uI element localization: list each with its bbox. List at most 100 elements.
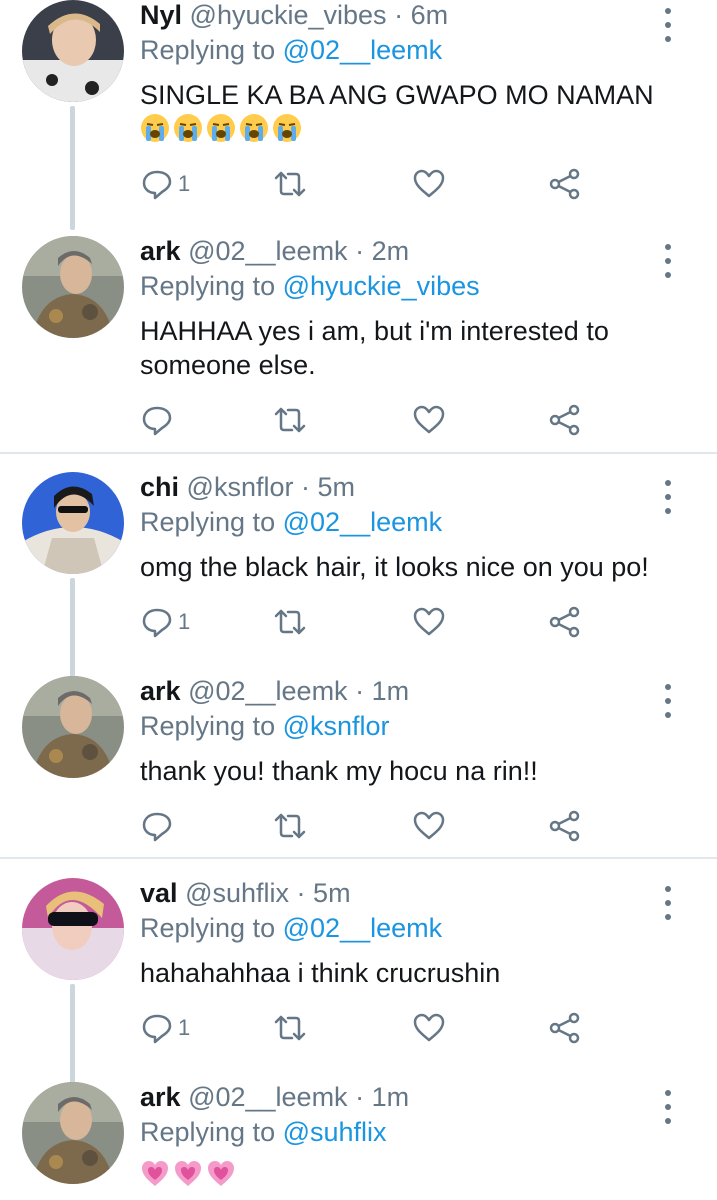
share-button[interactable] <box>548 1008 582 1048</box>
tweet-text: thank you! thank my hocu na rin!! <box>140 756 538 786</box>
share-button[interactable] <box>548 806 582 846</box>
heart-icon <box>412 605 446 639</box>
tweet[interactable]: val @suhflix · 5m Replying to @02__leemk… <box>0 878 717 1108</box>
reply-count: 1 <box>178 1015 191 1040</box>
more-options-icon[interactable] <box>661 480 675 514</box>
avatar[interactable] <box>22 1082 124 1184</box>
mention-link[interactable]: @02__leemk <box>283 913 443 943</box>
more-options-icon[interactable] <box>661 684 675 718</box>
display-name[interactable]: Nyl <box>140 0 182 30</box>
tweet-text: hahahahhaa i think crucrushin <box>140 958 501 988</box>
display-name[interactable]: ark <box>140 1082 181 1112</box>
like-button[interactable] <box>412 400 446 440</box>
timestamp[interactable]: 1m <box>372 676 410 706</box>
avatar[interactable] <box>22 0 124 102</box>
retweet-button[interactable] <box>273 1008 307 1048</box>
reply-count: 1 <box>178 609 191 634</box>
reply-button[interactable]: 1 <box>140 164 190 204</box>
display-name[interactable]: chi <box>140 472 179 502</box>
like-button[interactable] <box>412 1008 446 1048</box>
tweet[interactable]: ark @02__leemk · 1m Replying to @ksnflor… <box>0 676 717 906</box>
avatar[interactable] <box>22 236 124 338</box>
tweet-header: Nyl @hyuckie_vibes · 6m <box>140 0 448 32</box>
more-options-icon[interactable] <box>661 244 675 278</box>
user-handle[interactable]: @02__leemk <box>188 1082 348 1112</box>
separator-dot: · <box>355 676 365 706</box>
retweet-icon <box>273 605 307 639</box>
reply-button[interactable] <box>140 400 178 440</box>
replying-label: Replying to <box>140 271 276 301</box>
share-icon <box>548 1011 582 1045</box>
share-button[interactable] <box>548 400 582 440</box>
timestamp[interactable]: 2m <box>372 236 410 266</box>
separator-dot: · <box>300 472 310 502</box>
replying-to: Replying to @02__leemk <box>140 505 442 539</box>
replying-label: Replying to <box>140 711 276 741</box>
timestamp[interactable]: 6m <box>411 0 449 30</box>
tweet-actions: 1 <box>140 164 600 204</box>
tweet[interactable]: ark @02__leemk · 2m Replying to @hyuckie… <box>0 236 717 466</box>
loudly-crying-face-icon <box>239 113 269 143</box>
thread-line <box>70 106 75 230</box>
more-options-icon[interactable] <box>661 1090 675 1124</box>
separator-dot: · <box>355 236 365 266</box>
retweet-button[interactable] <box>273 806 307 846</box>
tweet[interactable]: chi @ksnflor · 5m Replying to @02__leemk… <box>0 472 717 702</box>
user-handle[interactable]: @ksnflor <box>187 472 294 502</box>
like-button[interactable] <box>412 806 446 846</box>
user-handle[interactable]: @hyuckie_vibes <box>190 0 387 30</box>
tweet-actions: 1 <box>140 602 600 642</box>
retweet-button[interactable] <box>273 400 307 440</box>
reply-button[interactable]: 1 <box>140 602 190 642</box>
display-name[interactable]: val <box>140 878 178 908</box>
like-button[interactable] <box>412 602 446 642</box>
user-handle[interactable]: @02__leemk <box>188 236 348 266</box>
avatar[interactable] <box>22 676 124 778</box>
mention-link[interactable]: @02__leemk <box>283 507 443 537</box>
tweet[interactable]: ark @02__leemk · 1m Replying to @suhflix <box>0 1082 717 1200</box>
tweet-header: val @suhflix · 5m <box>140 876 351 910</box>
reply-button[interactable]: 1 <box>140 1008 190 1048</box>
tweet-header: ark @02__leemk · 1m <box>140 1080 409 1114</box>
replying-to: Replying to @hyuckie_vibes <box>140 269 480 303</box>
growing-heart-icon <box>173 1158 203 1188</box>
replying-label: Replying to <box>140 507 276 537</box>
tweet[interactable]: Nyl @hyuckie_vibes · 6m Replying to @02_… <box>0 0 717 230</box>
mention-link[interactable]: @ksnflor <box>283 711 390 741</box>
replying-label: Replying to <box>140 913 276 943</box>
tweet-text: HAHHAA yes i am, but i'm interested to s… <box>140 316 609 380</box>
mention-link[interactable]: @hyuckie_vibes <box>283 271 480 301</box>
separator-dot: · <box>394 0 404 30</box>
retweet-button[interactable] <box>273 602 307 642</box>
user-handle[interactable]: @suhflix <box>185 878 289 908</box>
more-options-icon[interactable] <box>661 886 675 920</box>
avatar[interactable] <box>22 878 124 980</box>
display-name[interactable]: ark <box>140 676 181 706</box>
share-icon <box>548 809 582 843</box>
growing-heart-icon <box>206 1158 236 1188</box>
retweet-icon <box>273 403 307 437</box>
heart-icon <box>412 403 446 437</box>
timestamp[interactable]: 1m <box>372 1082 410 1112</box>
timestamp[interactable]: 5m <box>313 878 351 908</box>
mention-link[interactable]: @02__leemk <box>283 35 443 65</box>
avatar[interactable] <box>22 472 124 574</box>
reply-button[interactable] <box>140 806 178 846</box>
share-icon <box>548 605 582 639</box>
replying-to: Replying to @02__leemk <box>140 33 442 67</box>
more-options-icon[interactable] <box>661 8 675 42</box>
tweet-header: ark @02__leemk · 1m <box>140 674 409 708</box>
timestamp[interactable]: 5m <box>318 472 356 502</box>
display-name[interactable]: ark <box>140 236 181 266</box>
retweet-button[interactable] <box>273 164 307 204</box>
share-button[interactable] <box>548 164 582 204</box>
mention-link[interactable]: @suhflix <box>283 1117 387 1147</box>
emoji-row <box>140 1158 236 1192</box>
like-button[interactable] <box>412 164 446 204</box>
share-button[interactable] <box>548 602 582 642</box>
heart-icon <box>412 167 446 201</box>
user-handle[interactable]: @02__leemk <box>188 676 348 706</box>
separator-dot: · <box>355 1082 365 1112</box>
heart-icon <box>412 809 446 843</box>
reply-icon <box>140 1011 174 1045</box>
